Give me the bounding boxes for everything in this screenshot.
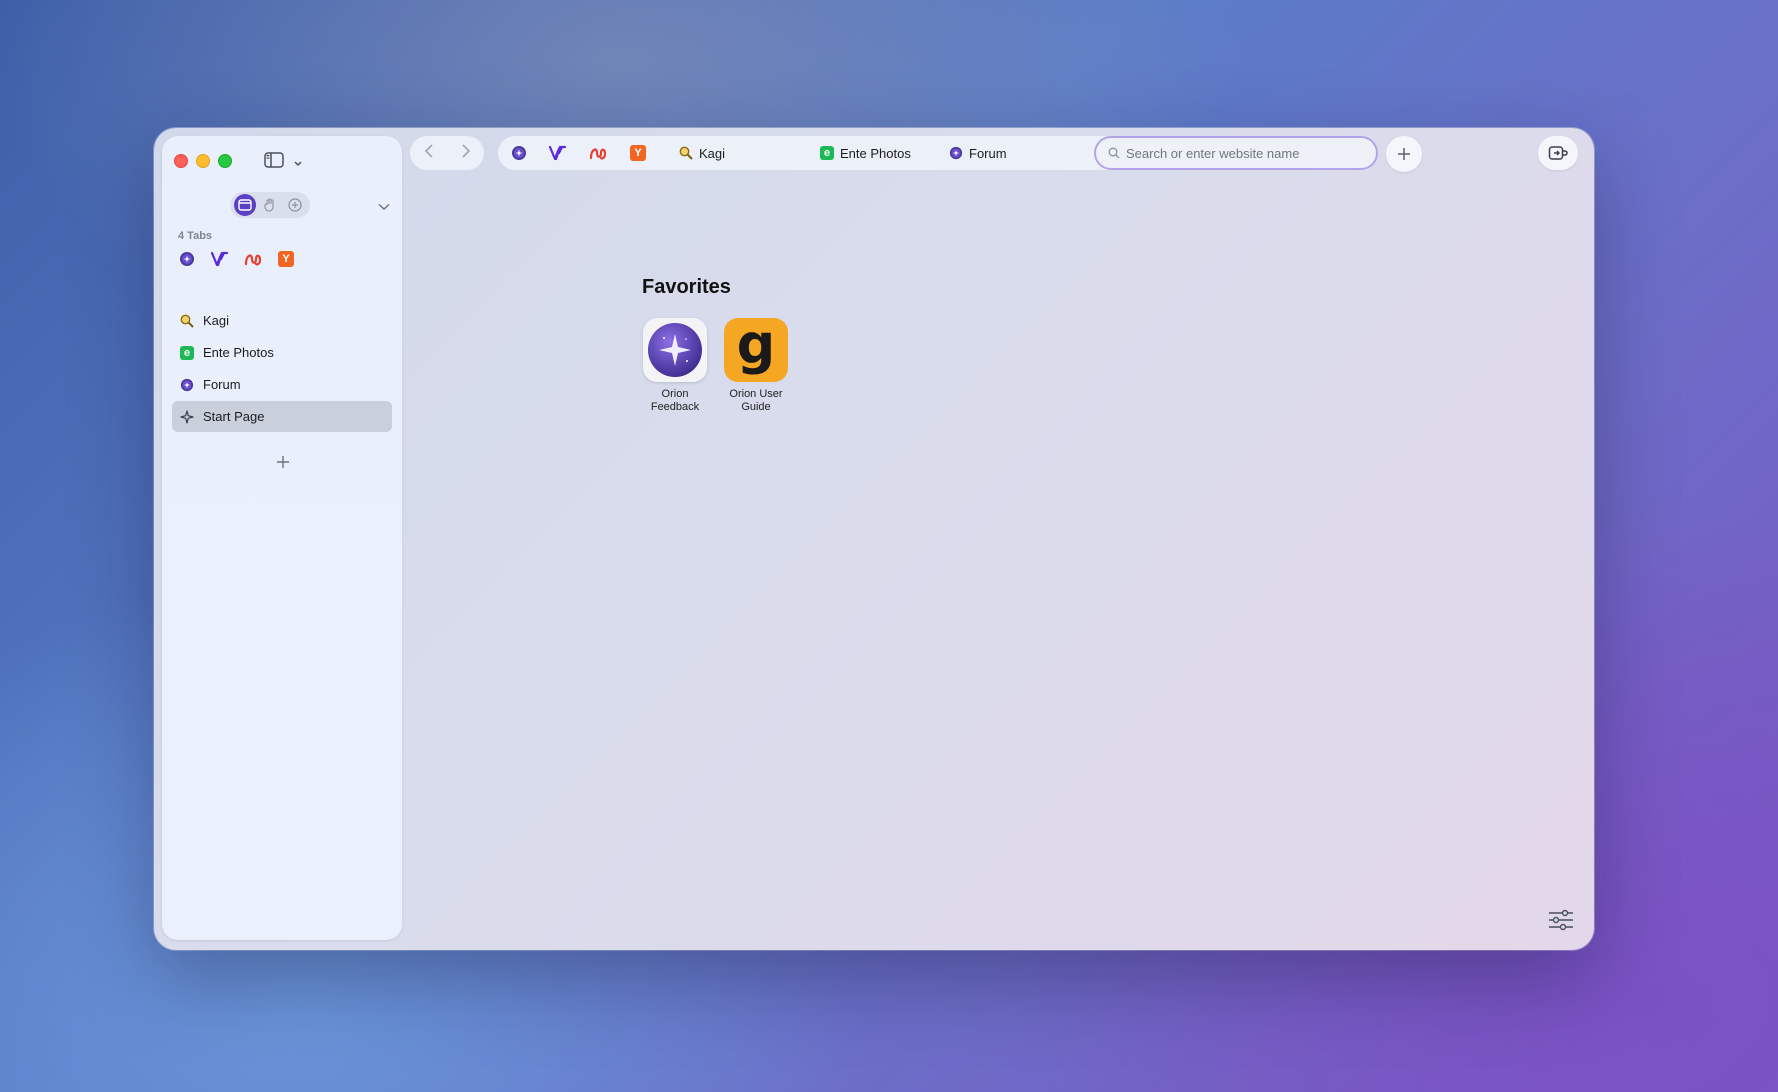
- sidebar-tab-start-page[interactable]: Start Page: [172, 401, 392, 432]
- tabbar-pinned-forum[interactable]: [510, 144, 528, 162]
- sidebar-menu-chevron[interactable]: [378, 198, 390, 216]
- browser-window: 4 Tabs Y Kagi e Ente Photos Forum Start …: [154, 128, 1594, 950]
- extensions-button[interactable]: [1538, 136, 1578, 170]
- pinned-tabs: Y: [178, 250, 295, 268]
- sliders-icon: [1549, 909, 1573, 931]
- chevron-right-icon: [461, 143, 470, 158]
- sparkle-icon: [180, 409, 194, 424]
- tabs-mode-button[interactable]: [233, 194, 256, 216]
- tabbar-tab-ente-photos[interactable]: e Ente Photos: [820, 144, 911, 162]
- tab-label: Ente Photos: [840, 145, 911, 161]
- forum-icon: [180, 252, 194, 266]
- swirl-icon: [589, 148, 607, 160]
- sidebar-mode-switch: [230, 192, 310, 218]
- add-mode-button[interactable]: [284, 194, 306, 216]
- forward-button[interactable]: [461, 143, 471, 164]
- tabbar-pinned-swirl[interactable]: [589, 144, 607, 162]
- v-icon: [549, 145, 567, 161]
- tab-label: Forum: [203, 377, 241, 392]
- plus-circle-icon: [288, 198, 302, 212]
- navigation-buttons: [410, 136, 484, 170]
- favorite-orion-feedback[interactable]: Orion Feedback: [639, 318, 711, 414]
- pinned-tab-swirl[interactable]: [244, 250, 262, 268]
- search-icon: [1108, 147, 1120, 159]
- pinned-tab-forum[interactable]: [178, 250, 196, 268]
- orion-feedback-icon: [643, 318, 707, 382]
- plus-icon: [277, 456, 289, 468]
- tab-label: Kagi: [203, 313, 230, 328]
- sidebar-tab-kagi[interactable]: Kagi: [172, 305, 392, 336]
- new-tab-button[interactable]: [276, 452, 290, 475]
- kagi-icon: [679, 146, 693, 160]
- sidebar: 4 Tabs Y Kagi e Ente Photos Forum Start …: [162, 136, 402, 940]
- zoom-button[interactable]: [218, 154, 232, 168]
- back-button[interactable]: [424, 143, 434, 164]
- ente-icon: e: [180, 345, 194, 360]
- pinned-tab-hn[interactable]: Y: [277, 250, 295, 268]
- pinned-tab-v[interactable]: [211, 250, 229, 268]
- v-icon: [211, 251, 229, 267]
- favorite-label: Orion User Guide: [729, 388, 783, 413]
- tab-label: Ente Photos: [203, 345, 274, 360]
- forum-icon: [949, 146, 963, 160]
- address-bar[interactable]: [1094, 136, 1378, 170]
- close-button[interactable]: [174, 154, 188, 168]
- favorites-title: Favorites: [642, 276, 731, 298]
- tab-label: Kagi: [699, 145, 726, 161]
- swirl-icon: [244, 254, 262, 266]
- ente-icon: e: [820, 146, 834, 160]
- sidebar-tab-ente-photos[interactable]: e Ente Photos: [172, 337, 392, 368]
- tabs-icon: [237, 199, 252, 211]
- address-input[interactable]: [1126, 145, 1356, 161]
- favorite-label: Orion Feedback: [650, 388, 700, 413]
- extensions-icon: [1548, 146, 1568, 160]
- kagi-icon: [180, 314, 194, 328]
- hand-mode-button[interactable]: [259, 194, 281, 216]
- plus-icon: [1398, 148, 1410, 160]
- favorite-orion-user-guide[interactable]: g Orion User Guide: [720, 318, 792, 414]
- new-tab-button[interactable]: [1386, 136, 1422, 172]
- minimize-button[interactable]: [196, 154, 210, 168]
- tabbar-pinned-v[interactable]: [549, 144, 567, 162]
- window-controls: [174, 154, 232, 168]
- sidebar-tab-list: Kagi e Ente Photos Forum Start Page: [172, 305, 392, 433]
- tabbar-tab-forum[interactable]: Forum: [949, 144, 1007, 162]
- hn-icon: Y: [630, 145, 646, 161]
- sidebar-toggle-button[interactable]: [264, 152, 302, 173]
- chevron-down-icon: [294, 154, 302, 172]
- tabbar-tab-kagi[interactable]: Kagi: [679, 144, 725, 162]
- chevron-down-icon: [378, 203, 390, 210]
- customize-button[interactable]: [1548, 909, 1574, 936]
- tabbar-pinned-hn[interactable]: Y: [629, 144, 647, 162]
- sidebar-tab-forum[interactable]: Forum: [172, 369, 392, 400]
- chevron-left-icon: [424, 143, 433, 158]
- orion-guide-icon: g: [724, 318, 788, 382]
- forum-icon: [512, 146, 526, 160]
- tab-label: Start Page: [203, 409, 265, 424]
- hand-icon: [264, 198, 274, 212]
- sidebar-icon: [264, 152, 284, 173]
- tab-label: Forum: [969, 145, 1007, 161]
- tabs-count-label: 4 Tabs: [178, 230, 213, 242]
- forum-icon: [180, 378, 194, 391]
- hn-icon: Y: [278, 251, 294, 267]
